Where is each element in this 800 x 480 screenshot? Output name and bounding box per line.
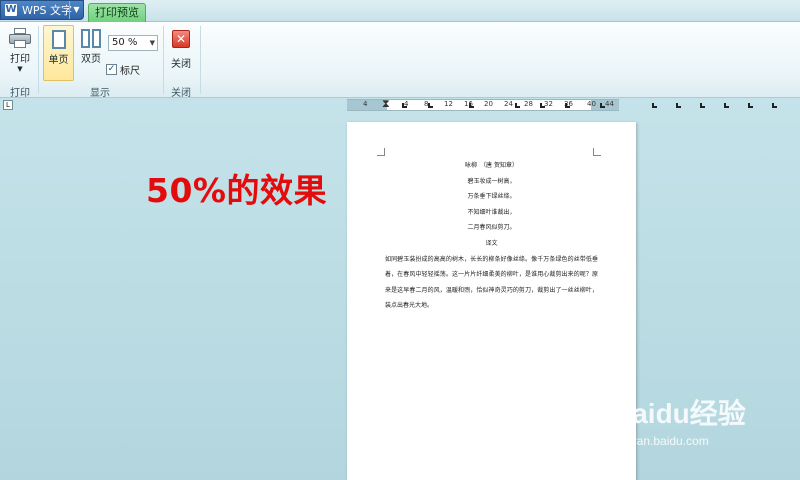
tab-stop-icon[interactable] (469, 103, 474, 108)
tab-stop-icon[interactable] (565, 103, 570, 108)
document-body: 咏柳 （唐 贺知章） 碧玉妆成一树高， 万条垂下绿丝绦。 不知细叶谁裁出， 二月… (385, 158, 598, 314)
poem-line: 万条垂下绿丝绦。 (467, 193, 516, 201)
ruler-tick: 12 (444, 100, 453, 108)
watermark-url: jingyan.baidu.com (612, 434, 709, 448)
ruler-tick: 4 (363, 100, 368, 108)
tab-stop-icon[interactable] (652, 103, 657, 108)
group-label-display: 显示 (90, 88, 110, 99)
group-label-close: 关闭 (171, 88, 191, 99)
double-page-button[interactable]: 双页 (77, 25, 105, 65)
close-icon: ✕ (172, 30, 190, 48)
double-page-label: 双页 (81, 54, 101, 65)
wps-logo-icon: W (5, 4, 17, 16)
group-divider (38, 26, 39, 94)
ruler-label: 标尺 (120, 66, 140, 77)
tab-print-preview[interactable]: 打印预览 (88, 3, 146, 23)
group-divider (200, 26, 201, 94)
ruler-toggle[interactable]: ✓ 标尺 (106, 62, 140, 77)
poem-line: 碧玉妆成一树高， (467, 177, 516, 185)
single-page-button[interactable]: 单页 (43, 25, 74, 81)
ruler-tick: 44 (605, 100, 614, 108)
poem-line: 不知细叶谁裁出， (467, 208, 516, 216)
print-button-label: 打印 (10, 54, 30, 65)
group-divider (163, 26, 164, 94)
watermark-brand: Baidu经验 (612, 398, 746, 429)
tab-stop-icon[interactable] (540, 103, 545, 108)
single-page-label: 单页 (48, 55, 69, 66)
close-preview-button[interactable]: ✕ 关闭 (168, 30, 194, 70)
preview-page: 咏柳 （唐 贺知章） 碧玉妆成一树高， 万条垂下绿丝绦。 不知细叶谁裁出， 二月… (347, 122, 636, 480)
tab-stop-icon[interactable] (724, 103, 729, 108)
ruler-bar: L 4 ⧗ 4 8 12 16 20 24 28 32 36 40 44 (0, 97, 800, 113)
printer-icon (9, 28, 31, 48)
poem-title: 咏柳 （唐 贺知章） (465, 162, 518, 169)
tab-type-icon[interactable]: L (3, 100, 13, 110)
crop-mark (377, 148, 385, 156)
zoom-value: 50 % (112, 37, 138, 48)
title-bar: W WPS 文字 ▼ 打印预览 (0, 0, 800, 23)
tab-stop-icon[interactable] (772, 103, 777, 108)
ruler-tick: 40 (587, 100, 596, 108)
translation-paragraph: 如同碧玉装扮成的高高的树木，长长的柳条好像丝绦。像千万条绿色的丝带低垂着，在春风… (385, 255, 598, 310)
tab-stop-icon[interactable] (600, 103, 605, 108)
app-menu-button[interactable]: W WPS 文字 ▼ (0, 0, 84, 20)
caption-text: 50%的效果 (146, 171, 327, 210)
indent-marker-icon[interactable]: ⧗ (382, 97, 390, 111)
tab-stop-icon[interactable] (700, 103, 705, 108)
tab-stop-icon[interactable] (428, 103, 433, 108)
ruler-tick: 20 (484, 100, 493, 108)
horizontal-ruler[interactable]: 4 ⧗ 4 8 12 16 20 24 28 32 36 40 44 (347, 97, 619, 111)
tab-stop-icon[interactable] (402, 103, 407, 108)
poem-line: 二月春风似剪刀。 (467, 224, 516, 232)
ruler-checkbox[interactable]: ✓ (106, 64, 117, 75)
ruler-tick: 28 (524, 100, 533, 108)
translation-heading: 译文 (485, 239, 498, 247)
ruler-tick: 24 (504, 100, 513, 108)
app-name: WPS 文字 (22, 4, 72, 17)
baidu-watermark: Baidu经验 jingyan.baidu.com (612, 392, 792, 462)
tab-stop-icon[interactable] (515, 103, 520, 108)
crop-mark (593, 148, 601, 156)
chevron-down-icon[interactable]: ▼ (69, 1, 83, 19)
close-label: 关闭 (171, 59, 191, 70)
print-button[interactable]: 打印 ▼ (6, 28, 34, 73)
tab-stop-icon[interactable] (676, 103, 681, 108)
single-page-icon (51, 30, 66, 49)
chevron-down-icon[interactable]: ▼ (6, 65, 34, 73)
chevron-down-icon[interactable]: ▼ (150, 36, 155, 50)
ribbon: 打印 ▼ 打印 单页 双页 50 % ▼ ✓ 标尺 显示 ✕ 关闭 关闭 (0, 22, 800, 99)
group-label-print: 打印 (10, 88, 30, 99)
ruler-tick: 32 (544, 100, 553, 108)
tab-stop-icon[interactable] (748, 103, 753, 108)
double-page-icon (81, 29, 101, 48)
zoom-select[interactable]: 50 % ▼ (108, 35, 158, 51)
